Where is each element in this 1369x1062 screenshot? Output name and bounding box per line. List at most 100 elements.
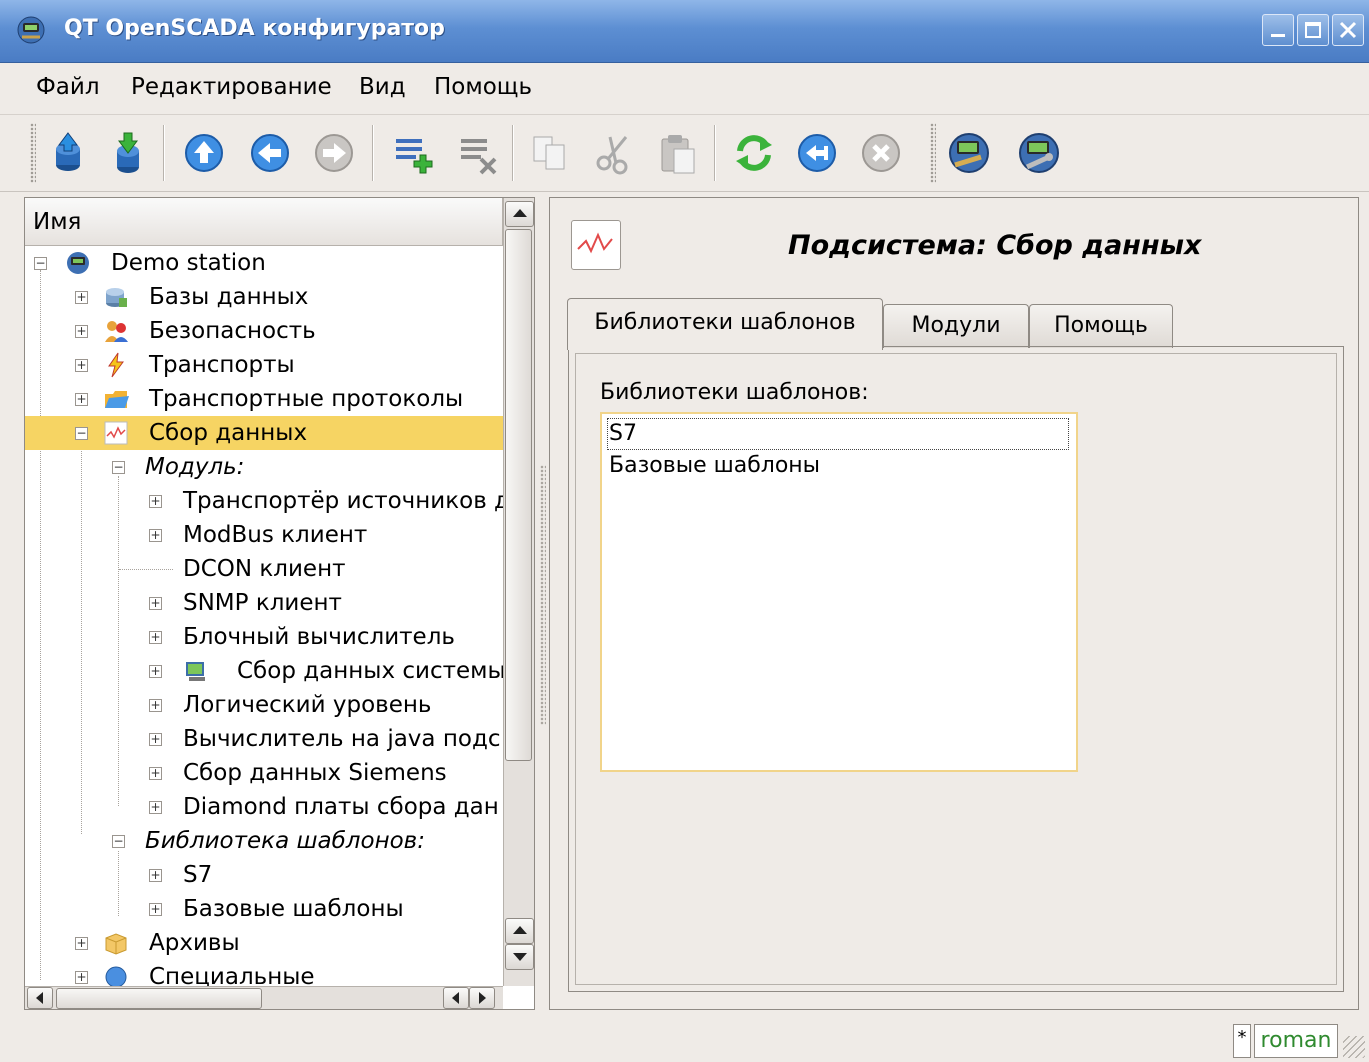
tab-content: Библиотеки шаблонов: S7 Базовые шаблоны [568, 346, 1344, 992]
tree-item-databases[interactable]: + Базы данных [25, 280, 503, 314]
back-icon[interactable] [246, 129, 294, 177]
collapse-icon[interactable]: − [75, 427, 88, 440]
toolbar-grip[interactable] [930, 123, 936, 183]
expand-icon[interactable]: + [75, 937, 88, 950]
tree-item-module[interactable]: DCON клиент [25, 552, 503, 586]
tree-group-template-libraries[interactable]: − Библиотека шаблонов: [25, 824, 503, 858]
collapse-icon[interactable]: − [112, 461, 125, 474]
collapse-icon[interactable]: − [34, 257, 47, 270]
delete-item-icon[interactable] [453, 129, 501, 177]
scroll-left-button[interactable] [443, 987, 469, 1009]
expand-icon[interactable]: + [149, 699, 162, 712]
expand-icon[interactable]: + [149, 767, 162, 780]
navigation-tree[interactable]: Имя − Demo station + Базы данных + Безоп… [24, 197, 535, 1010]
expand-icon[interactable]: + [75, 971, 88, 984]
tree-guide-line [119, 569, 173, 570]
tab-help[interactable]: Помощь [1029, 304, 1173, 348]
scroll-left-button[interactable] [27, 987, 53, 1009]
tree-horizontal-scrollbar[interactable] [25, 986, 503, 1009]
scroll-down-button[interactable] [505, 944, 534, 970]
stop-icon[interactable] [857, 129, 905, 177]
expand-icon[interactable]: + [149, 665, 162, 678]
expand-icon[interactable]: + [75, 325, 88, 338]
tab-modules[interactable]: Модули [883, 304, 1029, 348]
tree-item-security[interactable]: + Безопасность [25, 314, 503, 348]
toolbar [0, 114, 1369, 192]
tree-item-specials[interactable]: + Специальные [25, 960, 503, 986]
tree-item-module[interactable]: + Diamond платы сбора дан [25, 790, 503, 824]
station-settings-icon[interactable] [1015, 129, 1063, 177]
up-icon[interactable] [180, 129, 228, 177]
tab-inner-frame: Библиотеки шаблонов: S7 Базовые шаблоны [575, 353, 1337, 985]
tree-item-archives[interactable]: + Архивы [25, 926, 503, 960]
tree-item-data-acquisition[interactable]: − Сбор данных [25, 416, 503, 450]
scroll-up-button[interactable] [505, 201, 534, 227]
tree-vertical-scrollbar[interactable] [503, 198, 534, 986]
expand-icon[interactable]: + [149, 495, 162, 508]
current-user[interactable]: roman [1254, 1024, 1338, 1058]
tree-column-header[interactable]: Имя [25, 198, 503, 246]
folder-icon [103, 386, 129, 412]
close-button[interactable] [1332, 14, 1364, 46]
users-icon [103, 318, 129, 344]
start-icon[interactable] [793, 129, 841, 177]
list-item[interactable]: S7 [607, 418, 1069, 450]
tree-item-transports[interactable]: + Транспорты [25, 348, 503, 382]
menu-help[interactable]: Помощь [434, 74, 532, 100]
expand-icon[interactable]: + [149, 903, 162, 916]
db-save-icon[interactable] [104, 129, 152, 177]
cut-icon[interactable] [590, 129, 638, 177]
forward-icon[interactable] [310, 129, 358, 177]
expand-icon[interactable]: + [149, 597, 162, 610]
expand-icon[interactable]: + [75, 291, 88, 304]
station-icon[interactable] [945, 129, 993, 177]
tab-template-libraries[interactable]: Библиотеки шаблонов [567, 298, 883, 350]
template-libraries-list[interactable]: S7 Базовые шаблоны [600, 412, 1078, 772]
maximize-button[interactable] [1297, 14, 1329, 46]
tree-item-module[interactable]: + ModBus клиент [25, 518, 503, 552]
expand-icon[interactable]: + [149, 869, 162, 882]
collapse-icon[interactable]: − [112, 835, 125, 848]
copy-icon[interactable] [526, 129, 574, 177]
tree-item-module[interactable]: + Транспортёр источников д [25, 484, 503, 518]
minimize-button[interactable] [1262, 14, 1294, 46]
tree-item-module[interactable]: + Сбор данных Siemens [25, 756, 503, 790]
menu-file[interactable]: Файл [36, 74, 100, 100]
scroll-right-button[interactable] [469, 987, 495, 1009]
expand-icon[interactable]: + [149, 801, 162, 814]
resize-grip[interactable] [1343, 1036, 1365, 1058]
expand-icon[interactable]: + [149, 631, 162, 644]
expand-icon[interactable]: + [75, 393, 88, 406]
tree-item-module[interactable]: + SNMP клиент [25, 586, 503, 620]
paste-icon[interactable] [654, 129, 702, 177]
menu-view[interactable]: Вид [359, 74, 406, 100]
lightning-icon [103, 352, 129, 378]
toolbar-grip[interactable] [30, 123, 36, 183]
tree-item-module[interactable]: + Логический уровень [25, 688, 503, 722]
vertical-scroll-thumb[interactable] [505, 229, 532, 761]
chart-icon [103, 420, 129, 446]
modified-indicator: * [1233, 1024, 1251, 1058]
horizontal-scroll-thumb[interactable] [56, 988, 262, 1009]
db-load-icon[interactable] [44, 129, 92, 177]
refresh-icon[interactable] [730, 129, 778, 177]
expand-icon[interactable]: + [149, 733, 162, 746]
tree-item-module[interactable]: + Сбор данных системы [25, 654, 503, 688]
add-item-icon[interactable] [388, 129, 436, 177]
tree-item-template-library[interactable]: + S7 [25, 858, 503, 892]
tree-item-transport-protocols[interactable]: + Транспортные протоколы [25, 382, 503, 416]
list-item[interactable]: Базовые шаблоны [607, 450, 1071, 482]
tree-item-module[interactable]: + Блочный вычислитель [25, 620, 503, 654]
expand-icon[interactable]: + [75, 359, 88, 372]
expand-icon[interactable]: + [149, 529, 162, 542]
panel-splitter[interactable] [540, 465, 546, 725]
menu-bar: Файл Редактирование Вид Помощь [0, 62, 1369, 114]
tree-item-module[interactable]: + Вычислитель на java подс [25, 722, 503, 756]
tree-item-template-library[interactable]: + Базовые шаблоны [25, 892, 503, 926]
tree-group-modules[interactable]: − Модуль: [25, 450, 503, 484]
menu-edit[interactable]: Редактирование [131, 74, 332, 100]
tree-item-demo-station[interactable]: − Demo station [25, 246, 503, 280]
specials-icon [103, 964, 129, 986]
data-acquisition-icon [571, 220, 621, 270]
scroll-up-button[interactable] [505, 918, 534, 944]
